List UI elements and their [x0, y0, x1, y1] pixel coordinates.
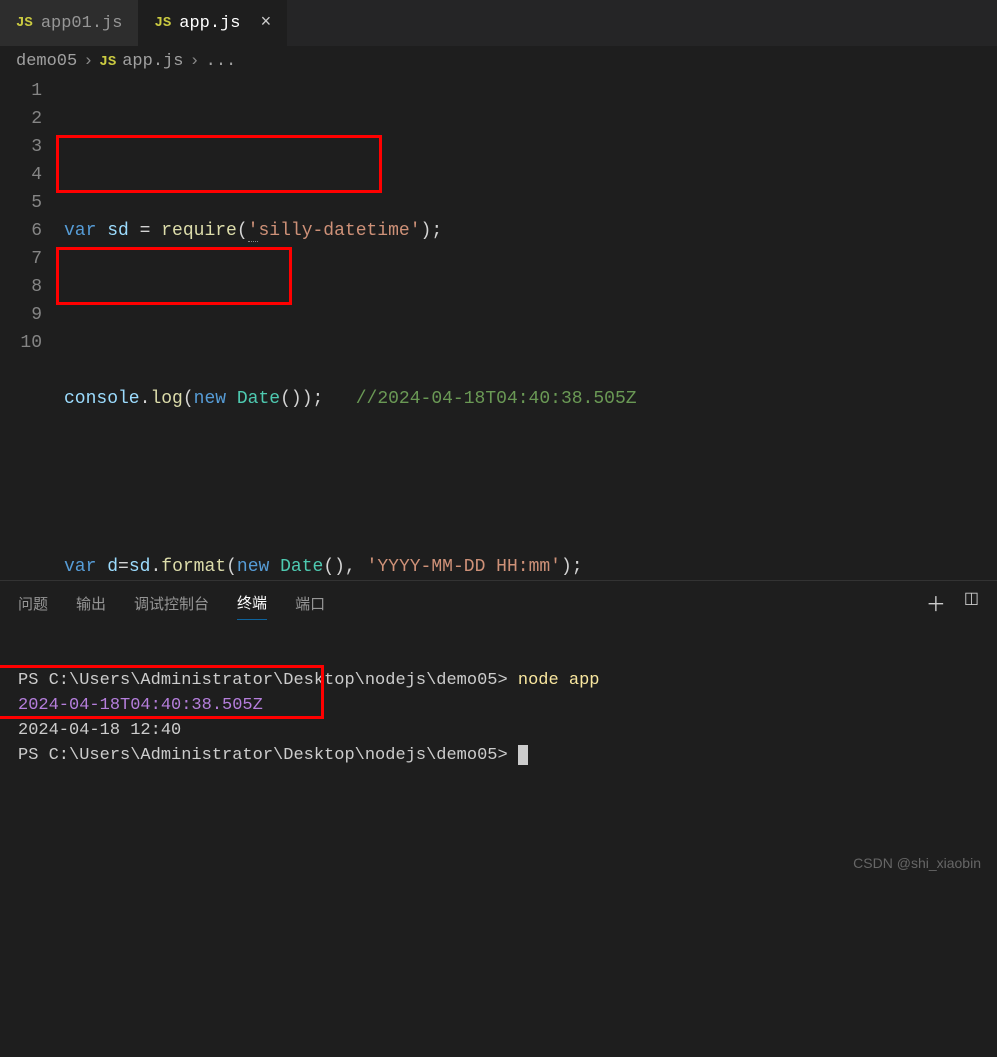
- code-area[interactable]: var sd = require('silly-datetime'); cons…: [64, 77, 997, 1057]
- breadcrumb-folder: demo05: [16, 52, 77, 71]
- js-icon: JS: [16, 15, 33, 31]
- editor[interactable]: 1 2 3 4 5 6 7 8 9 10 var sd = require('s…: [0, 77, 997, 1057]
- chevron-right-icon: ›: [189, 52, 199, 71]
- panel-tab-terminal[interactable]: 终端: [237, 586, 267, 620]
- js-icon: JS: [99, 54, 116, 70]
- panel-tab-debug[interactable]: 调试控制台: [134, 587, 209, 620]
- js-icon: JS: [154, 15, 171, 31]
- tab-label: app.js: [179, 14, 240, 33]
- tab-bar: JS app01.js JS app.js ×: [0, 0, 997, 46]
- panel-tab-ports[interactable]: 端口: [295, 587, 325, 620]
- breadcrumb-file: app.js: [122, 52, 183, 71]
- tab-app01[interactable]: JS app01.js: [0, 0, 138, 46]
- breadcrumb-trail: ...: [206, 52, 237, 71]
- panel-tab-output[interactable]: 输出: [76, 587, 106, 620]
- close-icon[interactable]: ×: [260, 13, 271, 33]
- watermark: CSDN @shi_xiaobin: [853, 855, 981, 871]
- panel-actions: ＋ ◫: [926, 588, 979, 618]
- highlight-box-2: [56, 247, 292, 305]
- panel: 问题 输出 调试控制台 终端 端口 ＋ ◫ PS C:\Users\Admini…: [0, 580, 997, 883]
- terminal-cursor: [518, 745, 528, 765]
- panel-tab-problems[interactable]: 问题: [18, 587, 48, 620]
- tab-app[interactable]: JS app.js ×: [138, 0, 287, 46]
- breadcrumb[interactable]: demo05 › JS app.js › ...: [0, 46, 997, 77]
- terminal[interactable]: PS C:\Users\Administrator\Desktop\nodejs…: [0, 625, 997, 836]
- tab-label: app01.js: [41, 14, 123, 33]
- panel-tabs: 问题 输出 调试控制台 终端 端口 ＋ ◫: [0, 581, 997, 625]
- new-terminal-icon[interactable]: ＋: [926, 588, 946, 618]
- line-gutter: 1 2 3 4 5 6 7 8 9 10: [0, 77, 64, 1057]
- chevron-right-icon: ›: [83, 52, 93, 71]
- split-terminal-icon[interactable]: ◫: [964, 588, 979, 618]
